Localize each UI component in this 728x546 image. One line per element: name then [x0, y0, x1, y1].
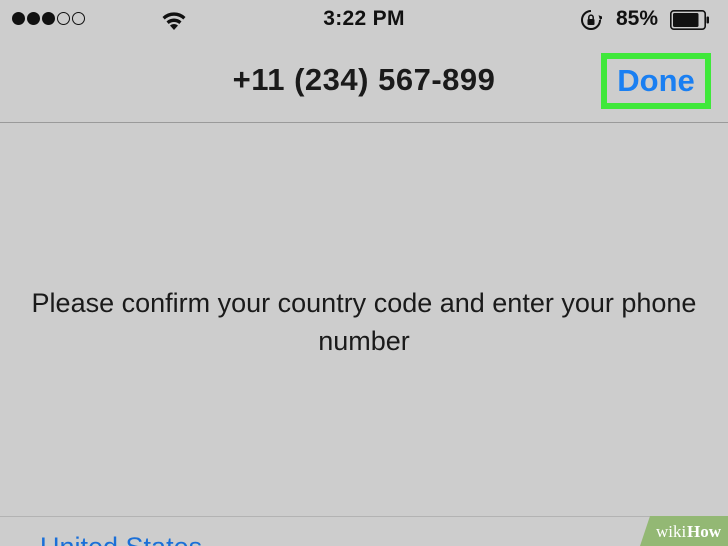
battery-icon — [670, 10, 709, 30]
battery-percentage: 85% — [616, 7, 659, 30]
wikihow-watermark-logo: wiki How — [640, 516, 728, 546]
svg-text:wiki: wiki — [656, 522, 687, 541]
phone-screen: 3:22 PM 85% +11 (234) 567-899 Done Pleas… — [0, 0, 728, 546]
section-divider — [0, 516, 728, 517]
country-selector[interactable]: United States — [40, 532, 202, 546]
status-bar: 3:22 PM 85% — [0, 0, 728, 40]
rotation-lock-icon — [581, 10, 602, 30]
done-button[interactable]: Done — [601, 53, 711, 109]
confirm-instruction-text: Please confirm your country code and ent… — [31, 288, 697, 356]
svg-text:How: How — [687, 522, 722, 541]
navigation-bar: +11 (234) 567-899 Done — [0, 40, 728, 123]
